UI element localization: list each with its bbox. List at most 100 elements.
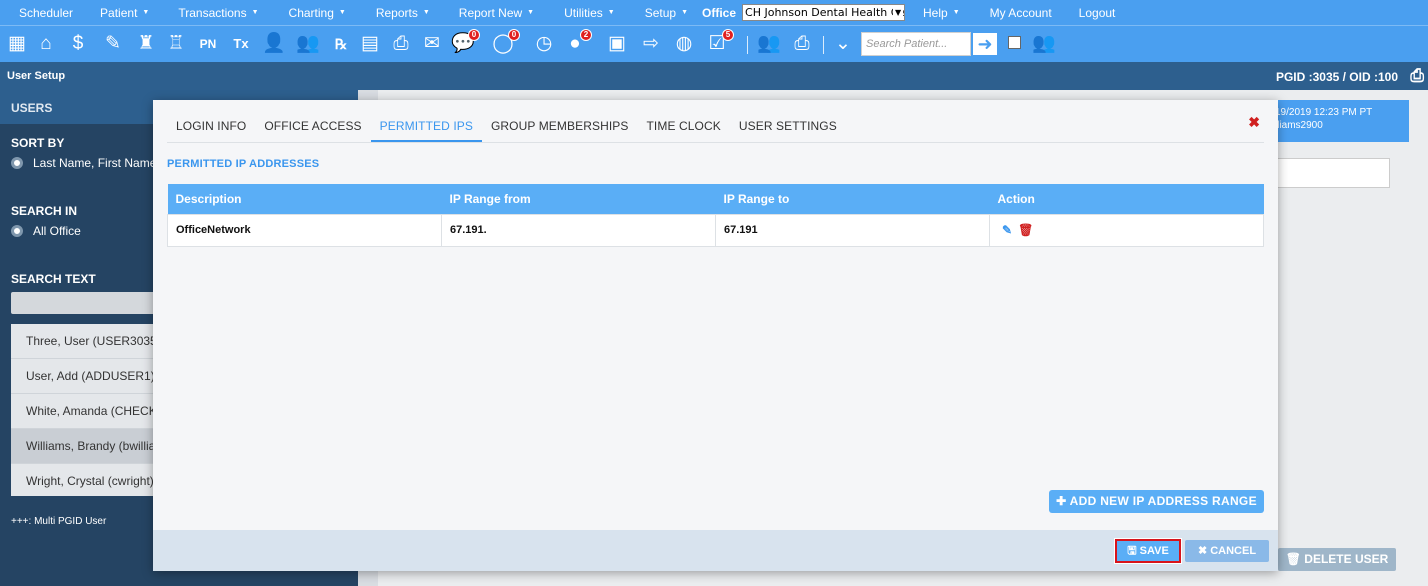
- treatment-icon[interactable]: Tx: [229, 32, 253, 56]
- col-action: Action: [989, 184, 1264, 214]
- col-ip-from: IP Range from: [441, 184, 716, 214]
- cell-action: ✎ 🗑: [989, 213, 1264, 247]
- tab-office-access[interactable]: OFFICE ACCESS: [255, 114, 370, 142]
- menu-my-account[interactable]: My Account: [990, 0, 1052, 25]
- top-menu-bar: Scheduler Patient ▼ Transactions ▼ Chartin…: [0, 0, 1428, 25]
- user-setup-bar: User Setup PGID :3035 / OID :100 ⎙: [0, 62, 1428, 90]
- add-family-icon[interactable]: 👥: [296, 32, 320, 56]
- team-icon[interactable]: 👥: [1029, 32, 1059, 56]
- menu-report-new[interactable]: Report New ▼: [459, 0, 534, 25]
- search-text-label: SEARCH TEXT: [11, 272, 96, 286]
- caret-down-icon: ▼: [607, 9, 615, 16]
- menu-charting[interactable]: Charting ▼: [289, 0, 346, 25]
- menu-logout[interactable]: Logout: [1079, 0, 1116, 25]
- close-icon: ✖: [1197, 545, 1211, 557]
- edit-pencil-icon[interactable]: ✎: [1002, 223, 1012, 237]
- tab-user-settings[interactable]: USER SETTINGS: [730, 114, 846, 142]
- add-ip-range-button[interactable]: ✚ ADD NEW IP ADDRESS RANGE: [1049, 490, 1264, 513]
- sort-by-label: SORT BY: [11, 136, 65, 150]
- toolbar-checkbox[interactable]: [1008, 36, 1021, 49]
- progress-note-icon[interactable]: PN: [196, 32, 220, 56]
- calendar-grid-icon[interactable]: ▦: [5, 32, 29, 56]
- tab-time-clock[interactable]: TIME CLOCK: [638, 114, 730, 142]
- save-button[interactable]: 🖫 SAVE: [1114, 538, 1182, 564]
- arrow-right-icon: ➜: [977, 34, 993, 54]
- table-header: Description IP Range from IP Range to Ac…: [167, 184, 1264, 214]
- caret-down-icon: ▼: [142, 9, 150, 16]
- tooth-chart-icon[interactable]: ♖: [164, 32, 188, 56]
- office-select[interactable]: CH Johnson Dental Health Center▼: [742, 4, 906, 21]
- modal-footer: [153, 530, 1278, 571]
- dollar-icon[interactable]: $: [66, 32, 90, 56]
- radio-dot-icon: [11, 157, 23, 169]
- permitted-ip-table: Description IP Range from IP Range to Ac…: [167, 184, 1264, 247]
- search-in-radio[interactable]: All Office: [11, 224, 81, 238]
- users-icon[interactable]: 👥: [757, 32, 781, 56]
- menu-patient[interactable]: Patient ▼: [100, 0, 149, 25]
- pgid-oid: PGID :3035 / OID :100: [1275, 70, 1398, 84]
- cell-ip-from: 67.191.: [441, 213, 716, 247]
- message-icon[interactable]: ◯ 0: [491, 29, 520, 56]
- cell-ip-to: 67.191: [715, 213, 990, 247]
- menu-reports[interactable]: Reports ▼: [376, 0, 430, 25]
- checklist-icon[interactable]: ☑ 5: [705, 29, 734, 56]
- search-patient-input[interactable]: Search Patient...: [861, 32, 971, 56]
- sort-radio[interactable]: Last Name, First Name: [11, 156, 156, 170]
- prescription-icon[interactable]: ℞: [329, 32, 353, 56]
- caret-down-icon: ▼: [681, 9, 688, 16]
- add-patient-icon[interactable]: 👤: [262, 32, 286, 56]
- details-field[interactable]: [1266, 158, 1390, 188]
- col-description: Description: [167, 184, 442, 214]
- printer-icon[interactable]: ⎙: [1410, 66, 1424, 86]
- trash-icon[interactable]: 🗑: [1018, 223, 1033, 237]
- redaction: [757, 223, 800, 237]
- tab-divider: [167, 142, 1264, 143]
- menu-transactions[interactable]: Transactions ▼: [178, 0, 258, 25]
- mail-icon[interactable]: ✉: [420, 32, 444, 56]
- radio-dot-icon: [11, 225, 23, 237]
- tooth-icon[interactable]: ♜: [134, 32, 158, 56]
- close-icon[interactable]: ✖: [1248, 114, 1260, 131]
- home-icon[interactable]: ⌂: [34, 32, 58, 56]
- floppy-disk-icon: 🖫: [1127, 545, 1140, 557]
- globe-icon[interactable]: ◍: [672, 32, 696, 56]
- menu-help[interactable]: Help ▼: [923, 0, 960, 25]
- screen-arrow-icon[interactable]: ⇨: [639, 32, 663, 56]
- cell-description: OfficeNetwork: [167, 213, 442, 247]
- printer-icon[interactable]: ⎙: [389, 32, 413, 56]
- menu-utilities[interactable]: Utilities ▼: [564, 0, 615, 25]
- multi-pgid-note: +++: Multi PGID User: [11, 516, 107, 527]
- page-title: User Setup: [7, 70, 66, 82]
- section-title: PERMITTED IP ADDRESSES: [167, 158, 320, 170]
- last-modified: 19/2019 12:23 PM PT lliams2900: [1275, 107, 1373, 131]
- search-go-button[interactable]: ➜: [972, 32, 998, 56]
- notepad-icon[interactable]: ▤: [358, 32, 382, 56]
- caret-down-icon: ▼: [527, 9, 535, 16]
- tab-group-memberships[interactable]: GROUP MEMBERSHIPS: [482, 114, 638, 142]
- caret-down-icon: ▼: [338, 9, 346, 16]
- tab-permitted-ips[interactable]: PERMITTED IPS: [370, 114, 482, 142]
- redaction: [486, 223, 529, 237]
- menu-scheduler[interactable]: Scheduler: [19, 0, 73, 25]
- cancel-button[interactable]: ✖ CANCEL: [1185, 540, 1269, 562]
- menu-setup[interactable]: Setup ▼: [645, 0, 688, 25]
- toolbar-separator: [747, 36, 748, 54]
- icon-toolbar: ▦ ⌂ $ ✎ ♜ ♖ PN Tx 👤 👥 ℞ ▤ ⎙ ✉ 💬 0 ◯ 0 ◷ ● 2…: [0, 25, 1428, 62]
- office-label: Office: [702, 5, 737, 20]
- caret-down-icon: ▼: [952, 9, 960, 16]
- delete-user-button[interactable]: 🗑 DELETE USER: [1278, 548, 1396, 571]
- user-settings-modal: LOGIN INFO OFFICE ACCESS PERMITTED IPS G…: [153, 100, 1278, 571]
- caret-down-icon: ▼: [251, 9, 259, 16]
- col-ip-to: IP Range to: [715, 184, 990, 214]
- chat-icon[interactable]: 💬 0: [451, 29, 480, 56]
- chevron-down-circle-icon[interactable]: ⌄: [831, 32, 855, 56]
- print-preview-icon[interactable]: ⎙: [790, 32, 814, 56]
- tooth-panel-icon[interactable]: ▣: [605, 32, 629, 56]
- modal-tabs: LOGIN INFO OFFICE ACCESS PERMITTED IPS G…: [167, 114, 846, 142]
- tab-login-info[interactable]: LOGIN INFO: [167, 114, 255, 142]
- table-row: OfficeNetwork 67.191. 67.191 ✎ 🗑: [167, 213, 1264, 247]
- clock-icon[interactable]: ◷: [532, 32, 556, 56]
- edit-list-icon[interactable]: ✎: [101, 32, 125, 56]
- toolbar-separator: [823, 36, 824, 54]
- group-alert-icon[interactable]: ● 2: [563, 29, 592, 56]
